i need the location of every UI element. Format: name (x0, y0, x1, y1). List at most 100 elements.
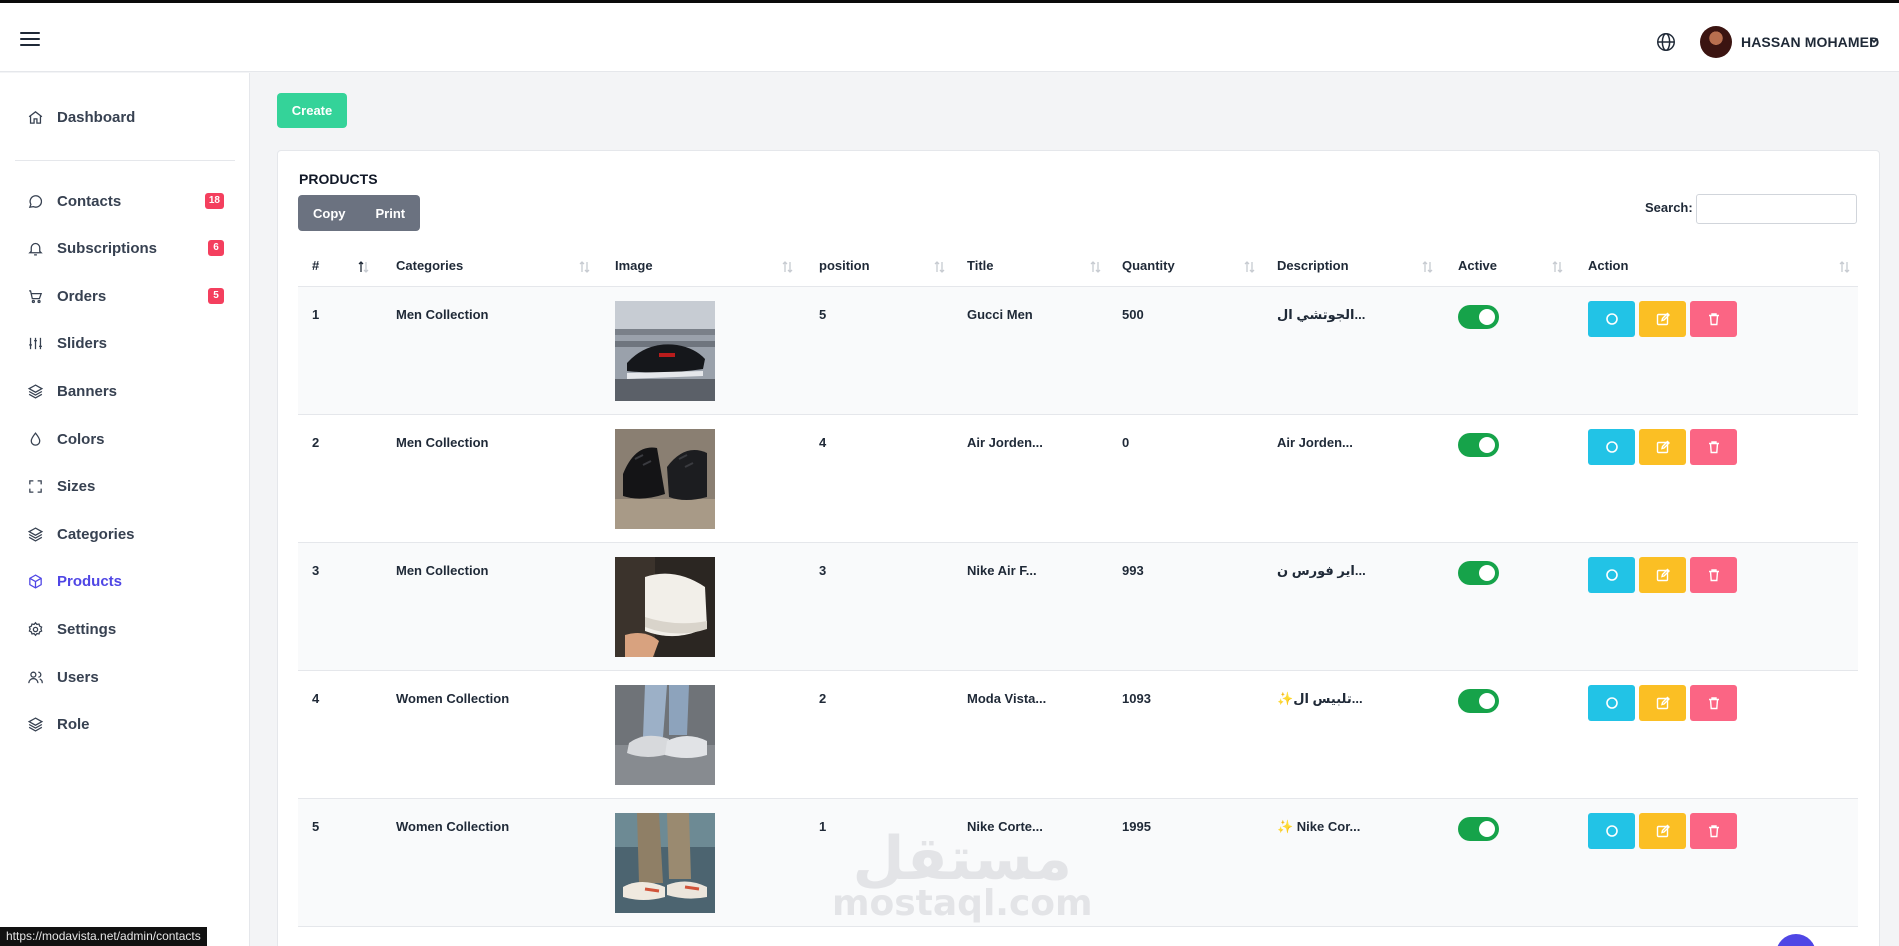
sidebar-item-settings[interactable]: Settings (0, 609, 250, 649)
product-image (615, 685, 715, 785)
search-input[interactable] (1696, 194, 1857, 224)
search-label: Search: (1645, 200, 1693, 215)
globe-icon[interactable] (1655, 31, 1677, 53)
cell-category: Women Collection (396, 691, 510, 706)
column-header-number[interactable]: # (312, 244, 319, 287)
sort-icon[interactable] (782, 260, 793, 274)
copy-button[interactable]: Copy (298, 195, 361, 231)
cell-number: 5 (312, 819, 320, 834)
active-toggle[interactable] (1458, 561, 1499, 585)
cell-number: 1 (312, 307, 320, 322)
cell-quantity: 0 (1122, 435, 1130, 450)
sort-icon[interactable] (934, 260, 945, 274)
edit-button[interactable] (1639, 557, 1686, 593)
column-header-action[interactable]: Action (1588, 244, 1628, 287)
edit-button[interactable] (1639, 813, 1686, 849)
edit-button[interactable] (1639, 429, 1686, 465)
circle-icon (1605, 313, 1618, 325)
product-image (615, 557, 715, 657)
sidebar-item-orders[interactable]: Orders 5 (0, 276, 250, 316)
top-navbar: HASSAN MOHAMED (0, 3, 1899, 72)
delete-button[interactable] (1690, 429, 1737, 465)
sidebar-item-subscriptions[interactable]: Subscriptions 6 (0, 228, 250, 268)
edit-button[interactable] (1639, 301, 1686, 337)
sidebar-item-banners[interactable]: Banners (0, 371, 250, 411)
view-button[interactable] (1588, 429, 1635, 465)
cell-position: 1 (819, 819, 827, 834)
user-name[interactable]: HASSAN MOHAMED (1741, 34, 1879, 50)
cell-number: 2 (312, 435, 320, 450)
sidebar-item-colors[interactable]: Colors (0, 419, 250, 459)
circle-icon (1605, 569, 1618, 581)
column-header-title[interactable]: Title (967, 244, 994, 287)
column-header-position[interactable]: position (819, 244, 870, 287)
trash-icon (1708, 697, 1719, 710)
table-row: 3 Men Collection 3 Nike Air F... 993 اير… (298, 543, 1858, 671)
sidebar-item-label: Sliders (57, 334, 108, 352)
sidebar-item-label: Categories (57, 525, 135, 543)
table-header: # Categories Image position Title Quanti… (298, 244, 1858, 287)
cell-description: اير فورس ن... (1277, 563, 1366, 578)
create-button[interactable]: Create (277, 93, 347, 128)
bell-icon (28, 242, 43, 256)
product-image (615, 813, 715, 913)
circle-icon (1605, 697, 1618, 709)
sidebar-item-users[interactable]: Users (0, 657, 250, 697)
delete-button[interactable] (1690, 557, 1737, 593)
cell-description: ✨ Nike Cor... (1277, 819, 1361, 834)
active-toggle[interactable] (1458, 305, 1499, 329)
delete-button[interactable] (1690, 685, 1737, 721)
avatar[interactable] (1700, 26, 1732, 58)
sidebar-item-sizes[interactable]: Sizes (0, 466, 250, 506)
column-header-image[interactable]: Image (615, 244, 653, 287)
sidebar-divider (15, 160, 235, 161)
sidebar-item-label: Colors (57, 430, 105, 448)
column-header-description[interactable]: Description (1277, 244, 1349, 287)
sliders-icon (29, 337, 42, 349)
active-toggle[interactable] (1458, 817, 1499, 841)
sidebar-item-label: Orders (57, 287, 107, 305)
sidebar-item-products[interactable]: Products (0, 561, 250, 601)
droplet-icon (30, 431, 41, 446)
sidebar-item-label: Users (57, 668, 99, 686)
cell-position: 5 (819, 307, 827, 322)
delete-button[interactable] (1690, 813, 1737, 849)
menu-icon[interactable] (20, 32, 40, 46)
sort-icon[interactable] (1244, 260, 1255, 274)
sidebar-item-label: Settings (57, 620, 117, 638)
sort-icon[interactable] (1090, 260, 1101, 274)
trash-icon (1708, 313, 1719, 326)
view-button[interactable] (1588, 301, 1635, 337)
delete-button[interactable] (1690, 301, 1737, 337)
cell-position: 3 (819, 563, 827, 578)
chevron-down-icon[interactable] (1868, 34, 1880, 46)
column-header-categories[interactable]: Categories (396, 244, 463, 287)
sidebar-item-contacts[interactable]: Contacts 18 (0, 181, 250, 221)
print-button[interactable]: Print (361, 195, 421, 231)
cell-quantity: 1995 (1122, 819, 1151, 834)
products-card: PRODUCTS Copy Print Search: # Categories… (277, 150, 1880, 946)
sidebar-item-dashboard[interactable]: Dashboard (0, 97, 250, 137)
sort-icon[interactable] (1552, 260, 1563, 274)
sort-icon[interactable] (579, 260, 590, 274)
active-toggle[interactable] (1458, 689, 1499, 713)
view-button[interactable] (1588, 813, 1635, 849)
table-row: 4 Women Collection 2 Moda Vista... 1093 … (298, 671, 1858, 799)
sort-icon[interactable] (1422, 260, 1433, 274)
column-header-active[interactable]: Active (1458, 244, 1497, 287)
cell-title: Gucci Men (967, 307, 1033, 322)
edit-button[interactable] (1639, 685, 1686, 721)
active-toggle[interactable] (1458, 433, 1499, 457)
sidebar-item-sliders[interactable]: Sliders (0, 323, 250, 363)
sidebar-item-label: Subscriptions (57, 239, 158, 257)
sort-icon[interactable] (1839, 260, 1850, 274)
product-image (615, 301, 715, 401)
view-button[interactable] (1588, 557, 1635, 593)
column-header-quantity[interactable]: Quantity (1122, 244, 1175, 287)
trash-icon (1708, 569, 1719, 582)
sidebar-item-label: Products (57, 572, 123, 590)
sort-asc-icon[interactable] (358, 260, 369, 274)
view-button[interactable] (1588, 685, 1635, 721)
sidebar-item-categories[interactable]: Categories (0, 514, 250, 554)
sidebar-item-role[interactable]: Role (0, 704, 250, 744)
